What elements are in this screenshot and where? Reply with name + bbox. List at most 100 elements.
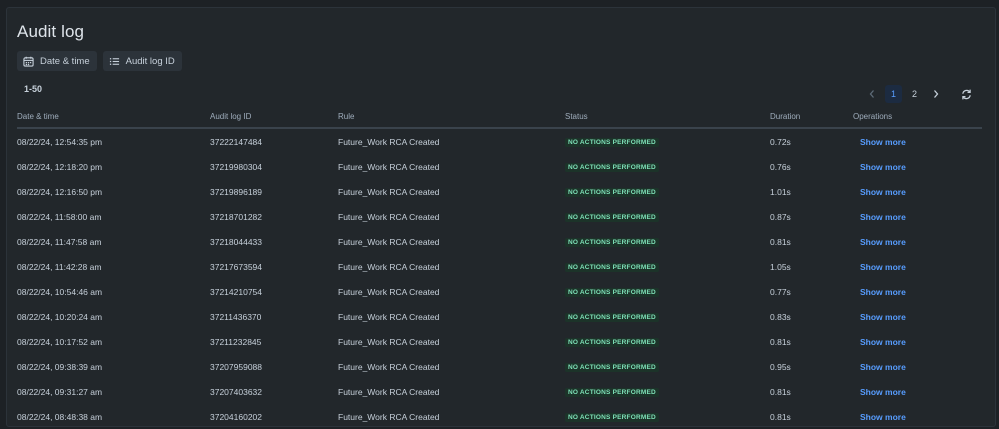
audit-log-id-filter-button[interactable]: Audit log ID bbox=[102, 51, 182, 71]
row-status-badge: NO ACTIONS PERFORMED bbox=[565, 163, 659, 172]
show-more-link[interactable]: Show more bbox=[860, 362, 906, 372]
row-status-badge-cell: NO ACTIONS PERFORMED bbox=[565, 361, 659, 372]
row-audit-log-id-cell: 37217673594 bbox=[210, 262, 262, 272]
show-more-link[interactable]: Show more bbox=[860, 312, 906, 322]
row-rule: Future_Work RCA Created bbox=[338, 337, 440, 347]
row-audit-log-id-cell: 37211436370 bbox=[210, 312, 261, 322]
row-audit-log-id-cell: 37207403632 bbox=[210, 387, 262, 397]
row-status-badge-cell: NO ACTIONS PERFORMED bbox=[565, 286, 659, 297]
row-duration: 0.72s bbox=[770, 137, 791, 147]
row-rule: Future_Work RCA Created bbox=[338, 137, 440, 147]
show-more-link[interactable]: Show more bbox=[860, 212, 906, 222]
row-status-badge-cell: NO ACTIONS PERFORMED bbox=[565, 236, 659, 247]
row-status-badge: NO ACTIONS PERFORMED bbox=[565, 288, 659, 297]
row-duration: 0.81s bbox=[770, 337, 791, 347]
row-date-time-cell: 08/22/24, 11:58:00 am bbox=[17, 212, 101, 222]
row-audit-log-id: 37211232845 bbox=[210, 337, 262, 347]
row-status-badge-cell: NO ACTIONS PERFORMED bbox=[565, 211, 659, 222]
row-status-badge: NO ACTIONS PERFORMED bbox=[565, 263, 659, 272]
chevron-left-icon bbox=[869, 90, 874, 98]
row-duration-cell: 0.81s bbox=[770, 387, 791, 397]
row-rule-cell: Future_Work RCA Created bbox=[338, 387, 439, 397]
show-more-link[interactable]: Show more bbox=[860, 137, 906, 147]
row-status-badge: NO ACTIONS PERFORMED bbox=[565, 188, 659, 197]
row-duration-cell: 1.01s bbox=[770, 187, 791, 197]
row-rule-cell: Future_Work RCA Created bbox=[338, 212, 439, 222]
row-date-time-cell: 08/22/24, 10:20:24 am bbox=[17, 312, 102, 322]
row-rule-cell: Future_Work RCA Created bbox=[338, 187, 439, 197]
filter-bar: Date & time Audit log ID bbox=[17, 51, 182, 71]
row-audit-log-id: 37222147484 bbox=[210, 137, 263, 147]
previous-page-button[interactable] bbox=[863, 85, 881, 103]
row-duration-cell: 0.77s bbox=[770, 287, 791, 297]
row-rule-cell: Future_Work RCA Created bbox=[338, 137, 439, 147]
show-more-link[interactable]: Show more bbox=[860, 287, 906, 297]
row-duration: 0.87s bbox=[770, 212, 791, 222]
audit-log-table: Date & time Audit log ID Rule Status Dur… bbox=[17, 108, 982, 429]
column-header-duration[interactable]: Duration bbox=[770, 112, 800, 121]
show-more-link[interactable]: Show more bbox=[860, 162, 906, 172]
show-more-link[interactable]: Show more bbox=[860, 262, 906, 272]
table-row: 08/22/24, 10:20:24 am 37211436370 Future_W… bbox=[17, 304, 982, 329]
audit-log-panel: Audit log Date & time Audit log ID 1-50 … bbox=[6, 7, 996, 427]
row-audit-log-id: 37219896189 bbox=[210, 187, 263, 197]
row-status-badge: NO ACTIONS PERFORMED bbox=[565, 388, 659, 397]
table-row: 08/22/24, 12:16:50 pm 37219896189 Future_W… bbox=[17, 179, 982, 204]
row-duration: 0.76s bbox=[770, 162, 791, 172]
column-header-status[interactable]: Status bbox=[565, 112, 588, 121]
row-date-time-cell: 08/22/24, 11:47:58 am bbox=[17, 237, 101, 247]
row-audit-log-id-cell: 37214210754 bbox=[210, 287, 262, 297]
row-rule: Future_Work RCA Created bbox=[338, 187, 440, 197]
row-duration: 0.81s bbox=[770, 412, 791, 422]
page-title: Audit log bbox=[17, 22, 85, 41]
refresh-button[interactable] bbox=[957, 85, 975, 103]
row-date-time: 08/22/24, 09:38:39 am bbox=[17, 362, 103, 372]
row-status-badge: NO ACTIONS PERFORMED bbox=[565, 313, 659, 322]
row-rule-cell: Future_Work RCA Created bbox=[338, 312, 439, 322]
row-date-time-cell: 08/22/24, 09:31:27 am bbox=[17, 387, 102, 397]
table-row: 08/22/24, 08:48:38 am 37204160202 Future_W… bbox=[17, 404, 982, 429]
row-date-time-cell: 08/22/24, 09:38:39 am bbox=[17, 362, 102, 372]
row-audit-log-id: 37204160202 bbox=[210, 412, 263, 422]
row-audit-log-id-cell: 37218701282 bbox=[210, 212, 262, 222]
row-date-time: 08/22/24, 10:20:24 am bbox=[17, 312, 103, 322]
row-rule-cell: Future_Work RCA Created bbox=[338, 262, 439, 272]
row-audit-log-id-cell: 37211232845 bbox=[210, 337, 261, 347]
row-duration-cell: 0.81s bbox=[770, 237, 791, 247]
row-date-time-cell: 08/22/24, 10:17:52 am bbox=[17, 337, 102, 347]
table-row: 08/22/24, 10:17:52 am 37211232845 Future_W… bbox=[17, 329, 982, 354]
row-rule-cell: Future_Work RCA Created bbox=[338, 287, 439, 297]
show-more-link[interactable]: Show more bbox=[860, 412, 906, 422]
row-duration: 0.81s bbox=[770, 237, 791, 247]
date-time-filter-button[interactable]: Date & time bbox=[17, 51, 97, 71]
row-rule: Future_Work RCA Created bbox=[338, 212, 440, 222]
next-page-button[interactable] bbox=[927, 85, 945, 103]
row-audit-log-id-cell: 37219896189 bbox=[210, 187, 262, 197]
row-audit-log-id: 37207403632 bbox=[210, 387, 263, 397]
page-1-button[interactable]: 1 bbox=[885, 85, 902, 103]
row-audit-log-id: 37218701282 bbox=[210, 212, 263, 222]
chevron-right-icon bbox=[934, 90, 939, 98]
table-row: 08/22/24, 09:31:27 am 37207403632 Future_W… bbox=[17, 379, 982, 404]
row-duration: 1.05s bbox=[770, 262, 791, 272]
show-more-link[interactable]: Show more bbox=[860, 187, 906, 197]
row-date-time-cell: 08/22/24, 11:42:28 am bbox=[17, 262, 101, 272]
column-header-rule[interactable]: Rule bbox=[338, 112, 354, 121]
table-row: 08/22/24, 11:47:58 am 37218044433 Future_W… bbox=[17, 229, 982, 254]
row-rule: Future_Work RCA Created bbox=[338, 412, 440, 422]
show-more-link[interactable]: Show more bbox=[860, 387, 906, 397]
table-header: Date & time Audit log ID Rule Status Dur… bbox=[17, 108, 982, 129]
row-status-badge: NO ACTIONS PERFORMED bbox=[565, 338, 659, 347]
row-rule-cell: Future_Work RCA Created bbox=[338, 237, 439, 247]
row-duration: 0.83s bbox=[770, 312, 791, 322]
show-more-link[interactable]: Show more bbox=[860, 237, 906, 247]
show-more-link[interactable]: Show more bbox=[860, 337, 906, 347]
column-header-date-time[interactable]: Date & time bbox=[17, 112, 59, 121]
row-audit-log-id-cell: 37204160202 bbox=[210, 412, 262, 422]
page-2-button[interactable]: 2 bbox=[906, 85, 923, 103]
show-more-link-cell: Show more bbox=[860, 287, 906, 297]
column-header-audit-log-id[interactable]: Audit log ID bbox=[210, 112, 251, 121]
row-rule: Future_Work RCA Created bbox=[338, 237, 440, 247]
table-row: 08/22/24, 12:54:35 pm 37222147484 Future_W… bbox=[17, 129, 982, 154]
date-time-filter-label: Date & time bbox=[40, 55, 90, 67]
